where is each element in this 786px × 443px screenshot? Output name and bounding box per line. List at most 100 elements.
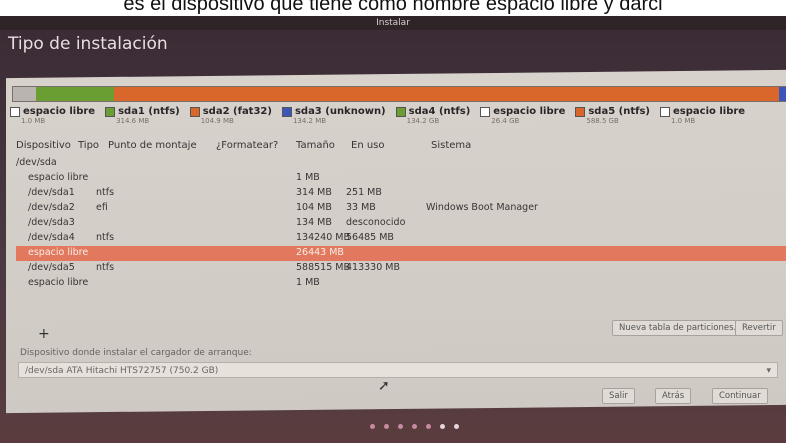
legend-label: espacio libre [23, 106, 96, 117]
col-system[interactable]: Sistema [431, 140, 471, 151]
legend-size: 1.0 MB [21, 117, 46, 125]
legend-item: espacio libre 1.0 MB [660, 106, 745, 132]
cell-device: espacio libre [28, 277, 89, 288]
quit-button[interactable]: Salir [602, 388, 635, 404]
cell-device: espacio libre [28, 172, 89, 183]
cell-size: 1 MB [296, 172, 320, 183]
bootloader-label: Dispositivo donde instalar el cargador d… [20, 348, 252, 358]
bootloader-value: /dev/sda ATA Hitachi HTS72757 (750.2 GB) [25, 366, 219, 376]
continue-button[interactable]: Continuar [712, 388, 768, 404]
legend-swatch [480, 106, 491, 117]
legend-swatch [281, 106, 292, 117]
col-device[interactable]: Dispositivo [16, 140, 71, 151]
cell-used: 33 MB [346, 202, 376, 213]
window-title: Instalar [0, 16, 786, 30]
legend-item: espacio libre 1.0 MB [10, 106, 95, 132]
legend-size: 134.2 GB [406, 117, 440, 125]
cell-used: desconocido [346, 217, 406, 228]
table-row[interactable]: /dev/sda [16, 156, 786, 171]
cell-type: ntfs [96, 187, 115, 198]
cell-size: 134240 MB [296, 232, 350, 243]
table-row[interactable]: /dev/sda5 ntfs 588515 MB 413330 MB [16, 261, 786, 276]
table-row[interactable]: espacio libre 1 MB [16, 276, 786, 291]
legend-item: espacio libre 26.4 GB [480, 106, 565, 132]
col-size[interactable]: Tamaño [296, 140, 335, 151]
legend-swatch [660, 106, 670, 117]
cell-size: 26443 MB [296, 247, 344, 258]
legend-swatch [105, 106, 116, 117]
progress-dot-current [440, 424, 445, 429]
table-row[interactable]: espacio libre 1 MB [16, 171, 786, 186]
partition-table: /dev/sda espacio libre 1 MB/dev/sda1 ntfs 31… [16, 156, 786, 291]
legend-label: espacio libre [673, 106, 746, 117]
legend-size: 314.6 MB [116, 117, 150, 125]
legend-item: sda5 (ntfs) 588.5 GB [575, 106, 650, 132]
cell-device: /dev/sda3 [28, 217, 75, 228]
partition-segment [13, 87, 37, 101]
progress-dot [426, 424, 431, 429]
photo-caption: es el dispositivo que tiene como nombre … [0, 0, 786, 16]
legend-label: sda3 (unknown) [294, 106, 386, 117]
add-partition-button[interactable]: + [38, 326, 50, 342]
progress-dot [384, 424, 389, 429]
partition-legend: espacio libre 1.0 MB sda1 (ntfs) 314.6 MB sd… [10, 106, 786, 132]
cell-device: /dev/sda5 [28, 262, 75, 273]
legend-swatch [395, 106, 406, 117]
legend-label: sda1 (ntfs) [118, 106, 180, 117]
table-row[interactable]: /dev/sda1 ntfs 314 MB 251 MB [16, 186, 786, 201]
new-partition-table-button[interactable]: Nueva tabla de particiones... [612, 320, 749, 336]
partition-segment [113, 87, 780, 101]
revert-button[interactable]: Revertir [735, 320, 783, 336]
legend-item: sda1 (ntfs) 314.6 MB [105, 106, 180, 132]
chevron-down-icon: ▾ [766, 366, 771, 376]
legend-size: 1.0 MB [671, 117, 696, 125]
progress-dot [454, 424, 459, 429]
progress-dots [370, 424, 459, 429]
legend-item: sda2 (fat32) 104.9 MB [189, 106, 272, 132]
cell-size: 588515 MB [296, 262, 350, 273]
legend-size: 104.9 MB [200, 117, 234, 125]
col-used[interactable]: En uso [351, 140, 385, 151]
table-row-selected[interactable]: espacio libre 26443 MB [16, 246, 786, 261]
table-header: Dispositivo Tipo Punto de montaje ¿Forma… [16, 140, 776, 154]
cell-device: /dev/sda1 [28, 187, 75, 198]
legend-size: 134.2 MB [292, 117, 327, 125]
bootloader-select[interactable]: /dev/sda ATA Hitachi HTS72757 (750.2 GB)… [18, 362, 778, 378]
legend-label: espacio libre [493, 106, 566, 117]
table-row[interactable]: /dev/sda4 ntfs 134240 MB 56485 MB [16, 231, 786, 246]
legend-size: 26.4 GB [491, 117, 520, 125]
cell-device: /dev/sda4 [28, 232, 75, 243]
progress-dot [398, 424, 403, 429]
cell-used: 251 MB [346, 187, 382, 198]
progress-dot [370, 424, 375, 429]
cell-type: ntfs [96, 262, 115, 273]
legend-size: 588.5 GB [586, 117, 619, 125]
table-row[interactable]: /dev/sda2 efi 104 MB 33 MB Windows Boot Mana… [16, 201, 786, 216]
cell-size: 134 MB [296, 217, 332, 228]
col-mount[interactable]: Punto de montaje [108, 140, 197, 151]
legend-label: sda4 (ntfs) [408, 106, 471, 117]
cell-type: ntfs [96, 232, 115, 243]
cell-used: 413330 MB [346, 262, 400, 273]
cell-type: efi [96, 202, 108, 213]
partition-segment [36, 87, 114, 101]
col-format[interactable]: ¿Formatear? [216, 140, 278, 151]
partition-bar [12, 86, 786, 102]
cell-size: 1 MB [296, 277, 320, 288]
installer-window: Instalar Tipo de instalación espacio lib… [0, 16, 786, 443]
col-type[interactable]: Tipo [78, 140, 99, 151]
back-button[interactable]: Atrás [655, 388, 692, 404]
mouse-cursor-icon: ➚ [378, 378, 390, 394]
table-row[interactable]: /dev/sda3 134 MB desconocido [16, 216, 786, 231]
progress-dot [412, 424, 417, 429]
cell-device: /dev/sda2 [28, 202, 75, 213]
cell-size: 314 MB [296, 187, 332, 198]
legend-swatch [10, 106, 20, 117]
cell-used: 56485 MB [346, 232, 394, 243]
cell-system: Windows Boot Manager [426, 202, 538, 213]
legend-item: sda3 (unknown) 134.2 MB [281, 106, 386, 132]
legend-label: sda5 (ntfs) [588, 106, 650, 117]
page-title: Tipo de instalación [8, 34, 168, 54]
cell-device: /dev/sda [16, 157, 57, 168]
legend-item: sda4 (ntfs) 134.2 GB [395, 106, 471, 132]
